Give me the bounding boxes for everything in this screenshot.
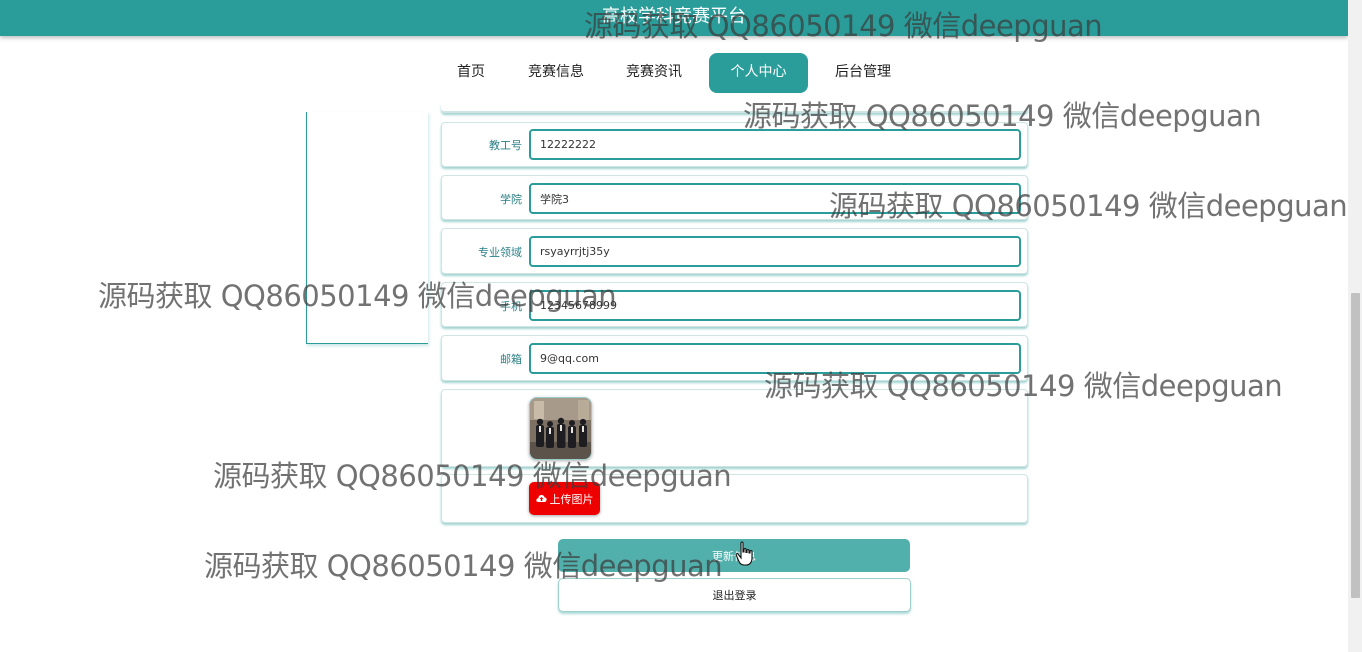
- staff-id-label: 教工号: [489, 139, 522, 152]
- phone-label: 手机: [500, 300, 522, 313]
- logout-button[interactable]: 退出登录: [558, 578, 911, 612]
- nav-personal-center[interactable]: 个人中心: [709, 53, 808, 93]
- update-info-button[interactable]: 更新信息: [558, 539, 910, 572]
- form-row-upload: 上传图片: [441, 474, 1028, 523]
- staff-id-input[interactable]: [529, 129, 1021, 160]
- upload-image-button[interactable]: 上传图片: [529, 482, 600, 515]
- college-label: 学院: [500, 193, 522, 206]
- upload-button-label: 上传图片: [549, 492, 594, 506]
- cloud-upload-icon: [535, 495, 547, 502]
- form-row-major: 专业领域: [441, 228, 1028, 274]
- page: 高校学科竞赛平台 首页 竞赛信息 竞赛资讯 个人中心 后台管理 教工号 学院 专…: [0, 0, 1362, 652]
- avatar-image[interactable]: [529, 397, 592, 460]
- site-title: 高校学科竞赛平台: [602, 6, 746, 27]
- form-row-edge: [441, 104, 1028, 113]
- college-input[interactable]: [529, 183, 1021, 214]
- nav-competition-news[interactable]: 竞赛资讯: [616, 53, 692, 93]
- scrollbar-thumb[interactable]: [1351, 293, 1360, 598]
- nav-admin[interactable]: 后台管理: [824, 53, 902, 93]
- hand-pointer-icon: [735, 541, 753, 566]
- form-row-email: 邮箱: [441, 335, 1028, 381]
- nav-competition-info[interactable]: 竞赛信息: [518, 53, 594, 93]
- sidebar-panel: [306, 112, 428, 344]
- email-label: 邮箱: [500, 353, 522, 366]
- form-row-avatar: [441, 389, 1028, 467]
- email-input[interactable]: [529, 343, 1021, 374]
- main-nav: 首页 竞赛信息 竞赛资讯 个人中心 后台管理: [0, 53, 1348, 93]
- phone-input[interactable]: [529, 290, 1021, 321]
- nav-home[interactable]: 首页: [444, 53, 498, 93]
- form-row-college: 学院: [441, 175, 1028, 220]
- group-photo-icon: [530, 398, 591, 459]
- form-row-phone: 手机: [441, 282, 1028, 327]
- major-label: 专业领域: [478, 246, 522, 259]
- top-banner: 高校学科竞赛平台: [0, 0, 1348, 36]
- form-row-staff-id: 教工号: [441, 122, 1028, 167]
- major-input[interactable]: [529, 236, 1021, 267]
